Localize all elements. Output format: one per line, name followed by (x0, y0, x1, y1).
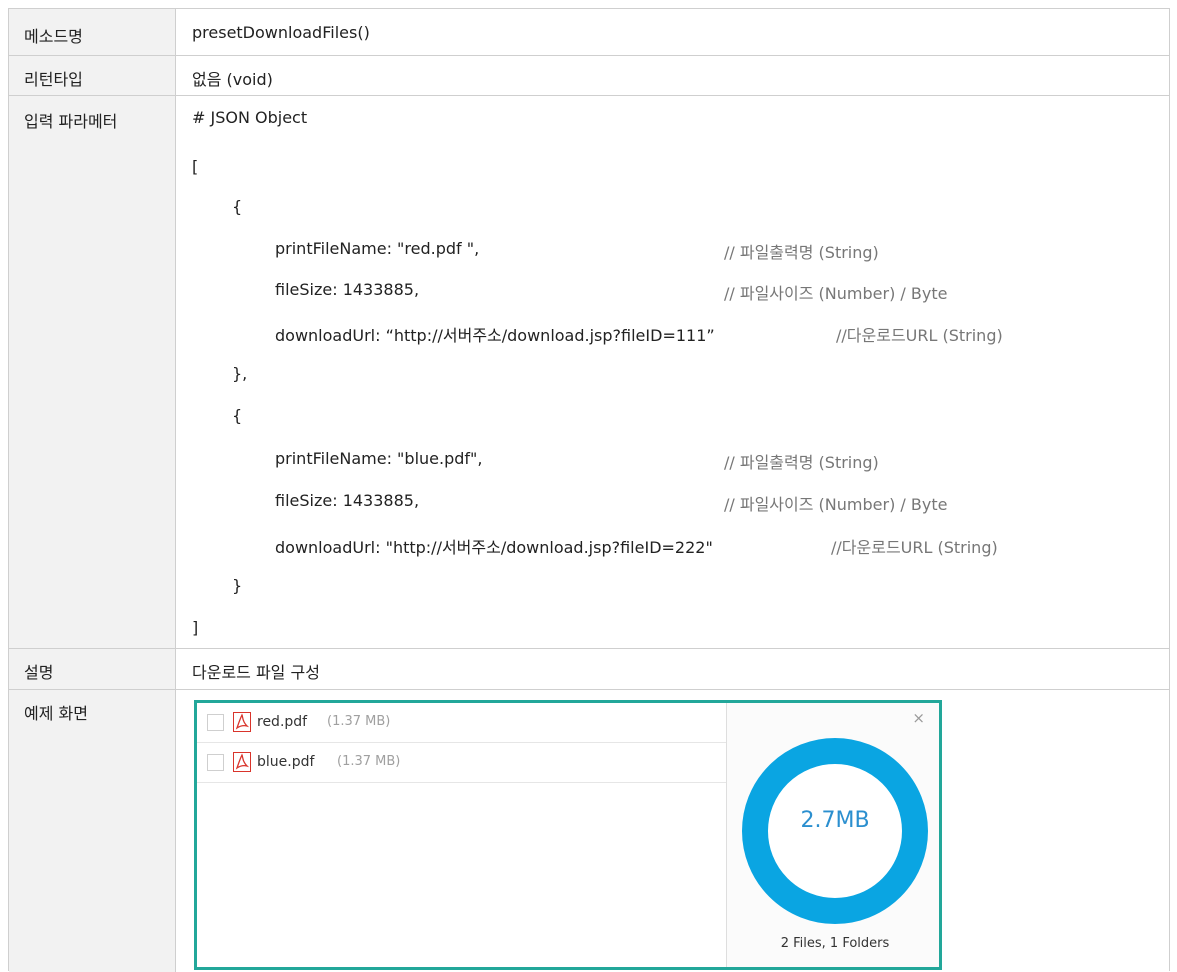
code-line: # JSON Object (192, 108, 308, 127)
row-example-screen: 예제 화면 red.pdf (1.37 MB) blue.pdf (1.37 M… (9, 690, 1169, 972)
input-parameters-label: 입력 파라메터 (24, 112, 118, 131)
pdf-icon (233, 752, 251, 772)
code-comment: // 파일사이즈 (Number) / Byte (724, 284, 948, 303)
code-line: ] (192, 618, 199, 637)
example-screen-label: 예제 화면 (24, 704, 88, 723)
method-name-value: presetDownloadFiles() (192, 23, 370, 42)
description-label: 설명 (24, 663, 54, 682)
return-type-label: 리턴타입 (24, 70, 83, 89)
code-line: downloadUrl: "http://서버주소/download.jsp?f… (275, 538, 713, 557)
row-description: 설명 다운로드 파일 구성 (9, 649, 1169, 690)
file-row[interactable]: blue.pdf (1.37 MB) (197, 743, 726, 783)
code-line: fileSize: 1433885, (275, 280, 420, 299)
code-line: printFileName: "red.pdf ", (275, 239, 480, 258)
file-size: (1.37 MB) (337, 754, 401, 769)
code-line: fileSize: 1433885, (275, 491, 420, 510)
code-comment: // 파일출력명 (String) (724, 243, 879, 262)
label-cell: 설명 (9, 649, 176, 689)
row-method-name: 메소드명 presetDownloadFiles() (9, 9, 1169, 56)
code-comment: //다운로드URL (String) (831, 538, 998, 557)
code-comment: //다운로드URL (String) (836, 326, 1003, 345)
label-cell: 리턴타입 (9, 56, 176, 95)
code-line: { (232, 406, 243, 425)
label-cell: 입력 파라메터 (9, 96, 176, 648)
return-type-value: 없음 (void) (192, 70, 273, 89)
code-line: printFileName: "blue.pdf", (275, 449, 483, 468)
code-line: { (232, 197, 243, 216)
code-line: [ (192, 157, 199, 176)
close-icon[interactable]: × (912, 709, 925, 727)
code-comment: // 파일사이즈 (Number) / Byte (724, 495, 948, 514)
label-cell: 메소드명 (9, 9, 176, 55)
file-checkbox[interactable] (207, 714, 224, 731)
file-name: blue.pdf (257, 754, 315, 770)
label-cell: 예제 화면 (9, 690, 176, 972)
file-name: red.pdf (257, 714, 308, 730)
summary-pane: × 2.7MB 2 Files, 1 Folders (727, 703, 939, 967)
file-count-summary: 2 Files, 1 Folders (780, 936, 890, 951)
description-value: 다운로드 파일 구성 (192, 663, 320, 682)
download-widget: red.pdf (1.37 MB) blue.pdf (1.37 MB) × 2… (194, 700, 942, 970)
row-return-type: 리턴타입 없음 (void) (9, 56, 1169, 96)
file-list: red.pdf (1.37 MB) blue.pdf (1.37 MB) (197, 703, 727, 967)
row-input-parameters: 입력 파라메터 # JSON Object [ { printFileName:… (9, 96, 1169, 649)
file-checkbox[interactable] (207, 754, 224, 771)
code-line: downloadUrl: “http://서버주소/download.jsp?f… (275, 326, 715, 345)
code-comment: // 파일출력명 (String) (724, 453, 879, 472)
code-line: }, (232, 364, 248, 383)
total-size-label: 2.7MB (800, 808, 870, 833)
api-spec-table: 메소드명 presetDownloadFiles() 리턴타입 없음 (void… (8, 8, 1170, 972)
code-line: } (232, 576, 243, 595)
file-row[interactable]: red.pdf (1.37 MB) (197, 703, 726, 743)
file-size: (1.37 MB) (327, 714, 391, 729)
pdf-icon (233, 712, 251, 732)
method-name-label: 메소드명 (24, 27, 83, 46)
